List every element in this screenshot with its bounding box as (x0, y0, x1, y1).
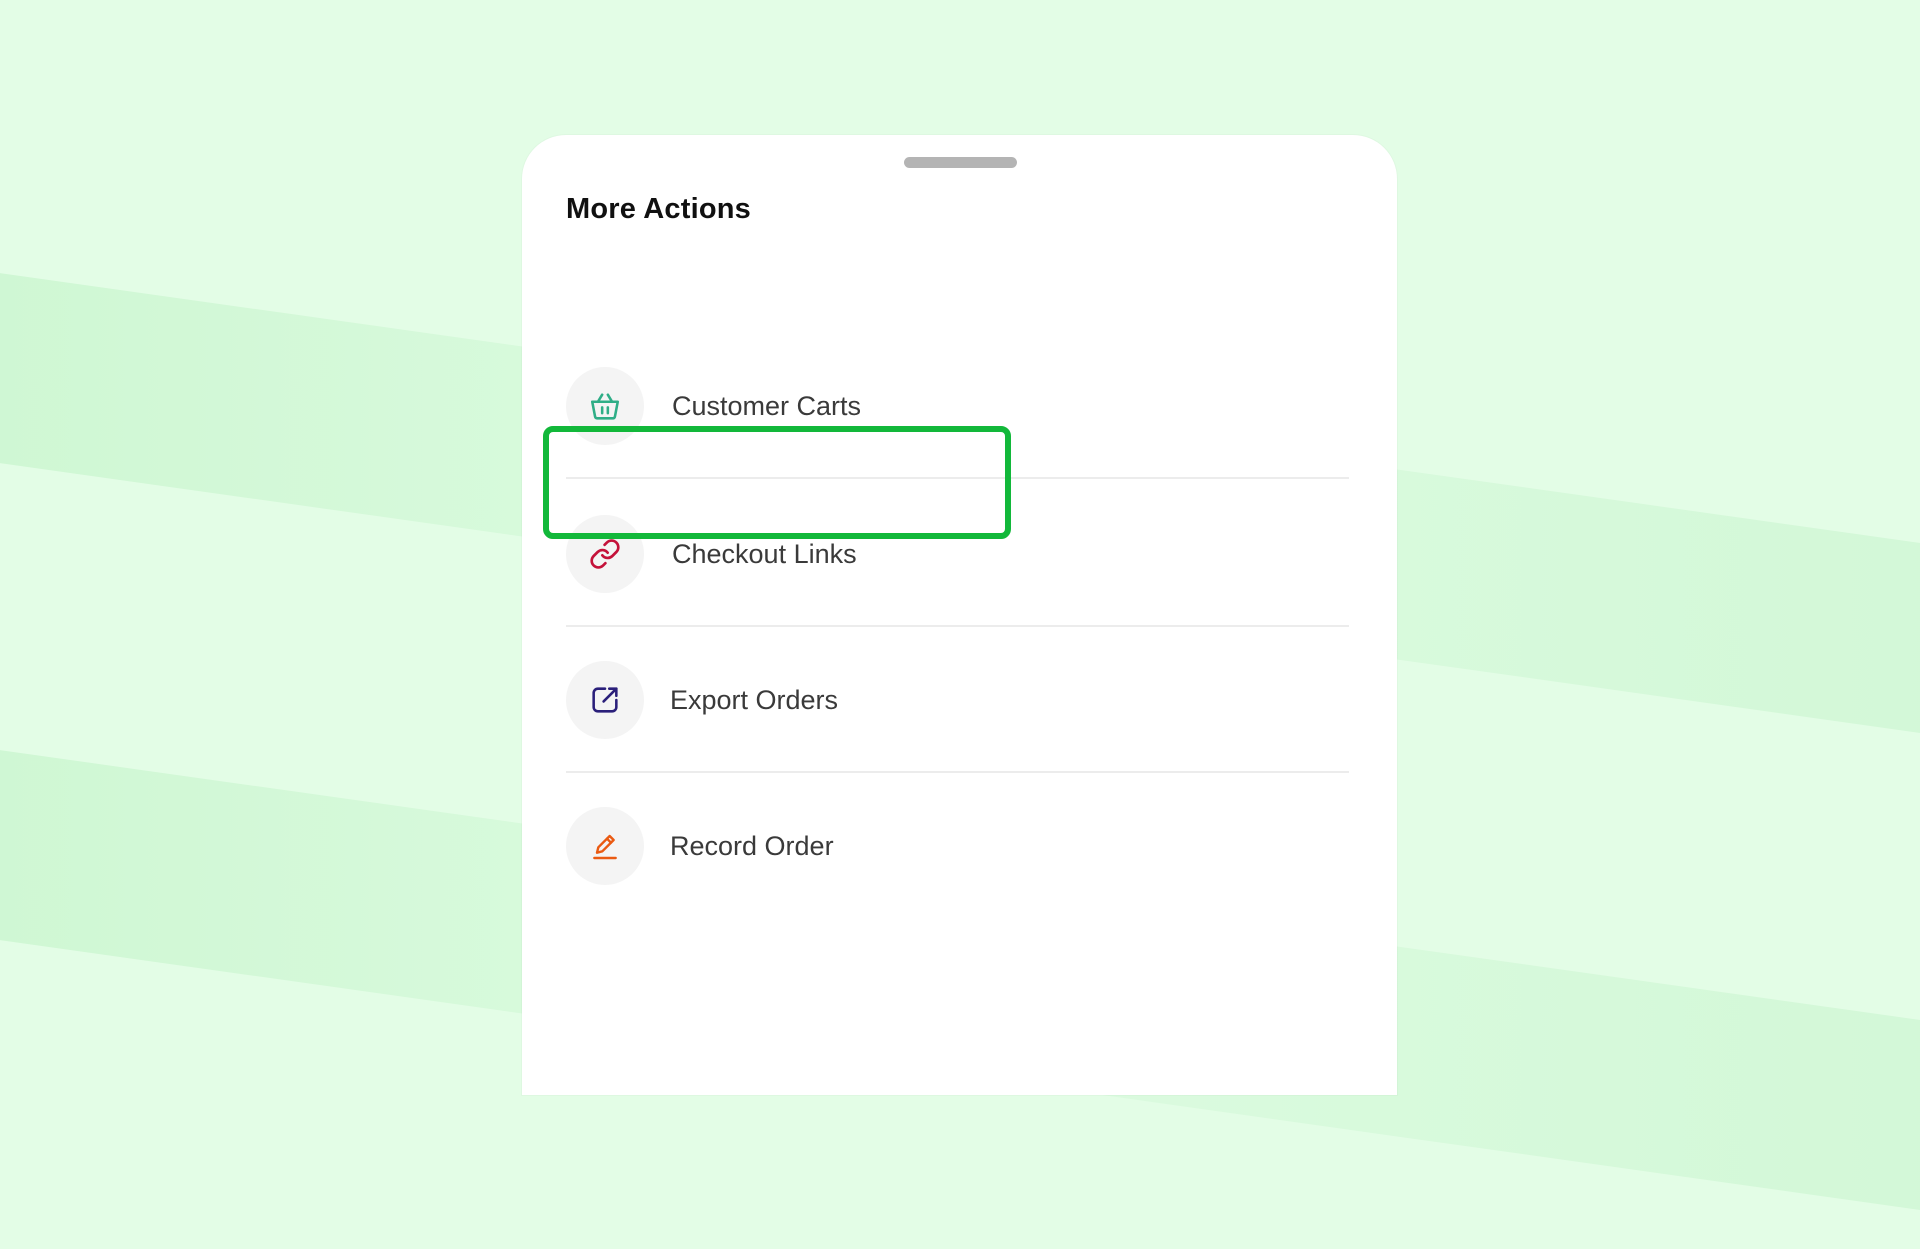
external-link-icon (592, 687, 618, 713)
icon-circle (566, 515, 644, 593)
more-actions-sheet: More Actions Customer Carts Checkout Lin… (522, 135, 1397, 1095)
icon-circle (566, 661, 644, 739)
action-item-checkout-links[interactable]: Checkout Links (566, 481, 1349, 627)
icon-circle (566, 807, 644, 885)
sheet-title: More Actions (566, 193, 752, 225)
link-icon (590, 539, 620, 569)
sheet-grabber-handle[interactable] (904, 157, 1017, 168)
action-label: Customer Carts (672, 391, 862, 421)
action-label: Export Orders (670, 685, 839, 715)
divider (566, 477, 1349, 479)
action-label: Checkout Links (672, 539, 857, 569)
pen-icon (593, 834, 617, 860)
action-item-customer-carts[interactable]: Customer Carts (566, 333, 1349, 479)
action-item-record-order[interactable]: Record Order (566, 773, 1349, 919)
action-label: Record Order (670, 831, 834, 861)
basket-icon (590, 393, 620, 420)
icon-circle (566, 367, 644, 445)
action-item-export-orders[interactable]: Export Orders (566, 627, 1349, 773)
